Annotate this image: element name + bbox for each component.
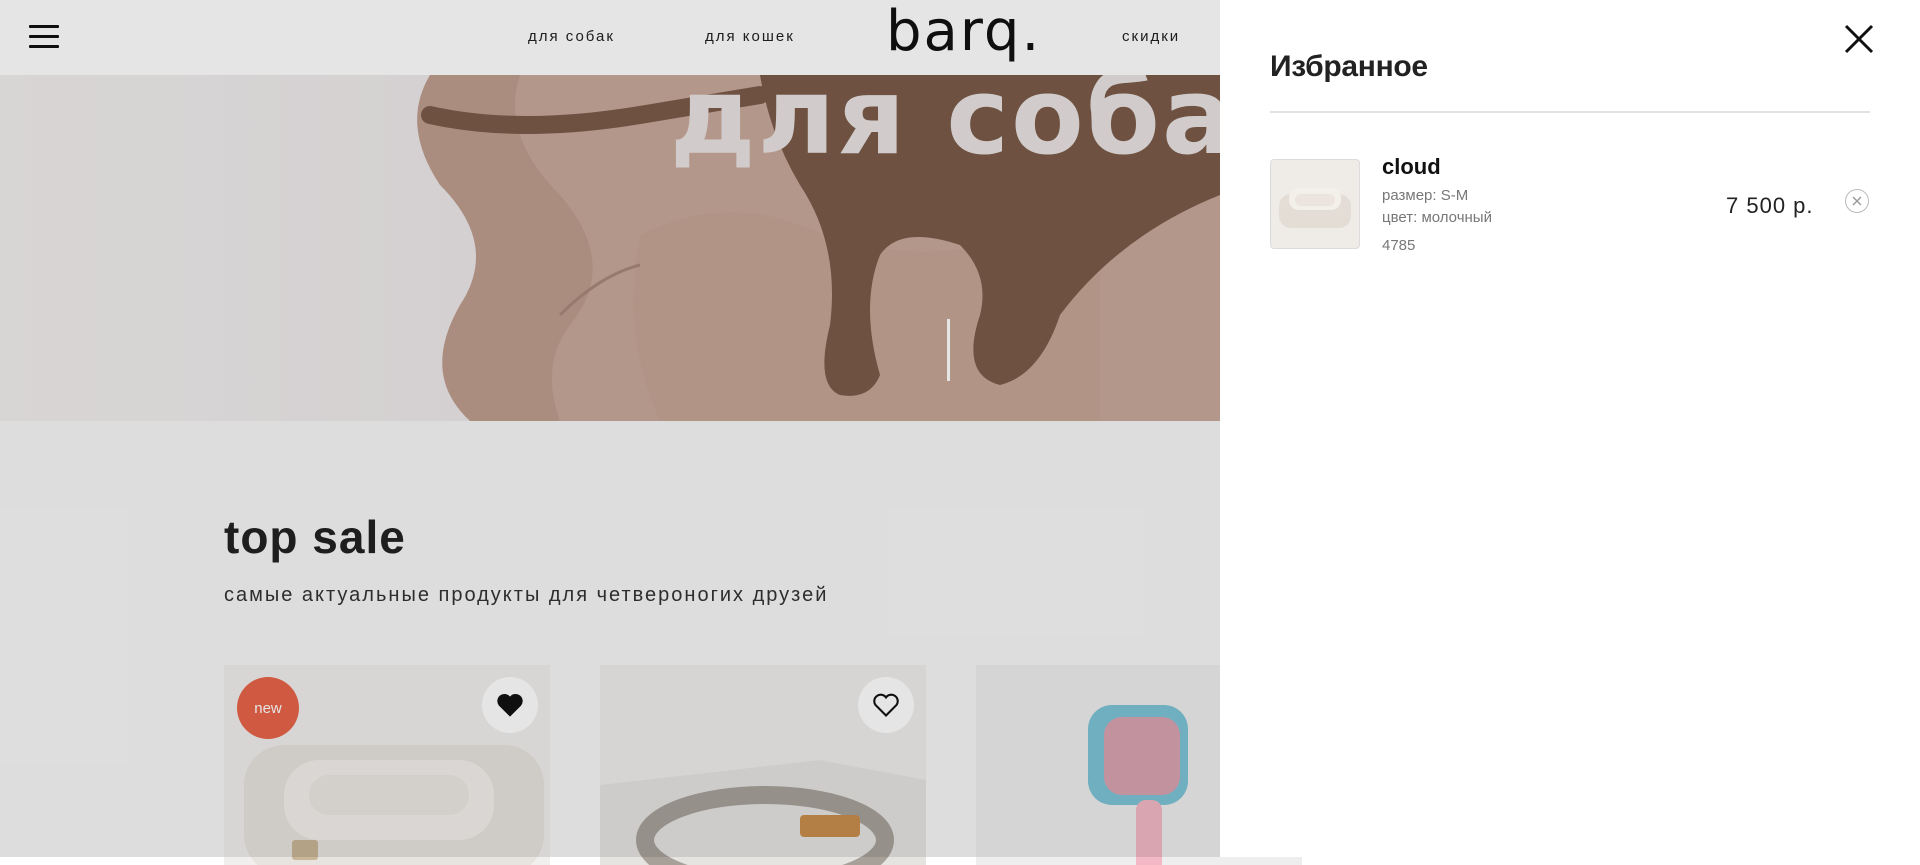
favorite-item-price: 7 500 р. — [1726, 193, 1814, 218]
remove-icon[interactable] — [1845, 189, 1869, 213]
favorites-drawer: Избранное cloud размер: S-M цвет: молочн… — [1220, 0, 1920, 857]
favorite-item-thumbnail[interactable] — [1270, 159, 1360, 249]
favorite-item-code: 4785 — [1382, 237, 1416, 254]
drawer-title: Избранное — [1270, 50, 1428, 83]
favorite-item-size: размер: S-M — [1382, 187, 1469, 204]
page-dim-overlay[interactable] — [0, 0, 1220, 857]
favorite-item-color: цвет: молочный — [1382, 209, 1492, 226]
favorite-item: cloud размер: S-M цвет: молочный 4785 7 … — [1270, 154, 1870, 259]
drawer-divider — [1270, 111, 1870, 113]
close-icon[interactable] — [1843, 23, 1875, 55]
favorite-item-name[interactable]: cloud — [1382, 154, 1441, 180]
